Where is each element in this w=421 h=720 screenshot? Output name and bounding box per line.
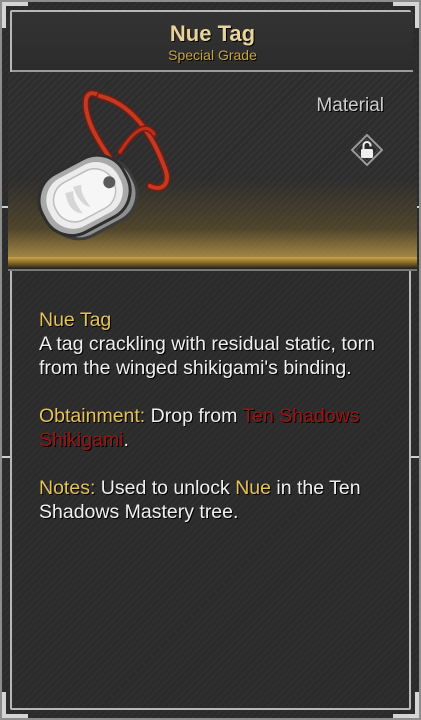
- obtainment-end: .: [123, 429, 129, 451]
- frame-corner-bottom-left: [2, 692, 28, 718]
- notes-line: Notes: Used to unlock Nue in the Ten Sha…: [39, 476, 389, 524]
- item-tooltip-card: Nue Tag Special Grade Material Nue Tag A…: [0, 0, 421, 720]
- obtainment-line: Obtainment: Drop from Ten Shadows Shikig…: [39, 404, 389, 452]
- banner-gold-stripe: [8, 257, 417, 269]
- item-title: Nue Tag: [169, 21, 256, 46]
- tooltip-header: Nue Tag Special Grade: [12, 12, 413, 72]
- notes-label: Notes:: [39, 477, 96, 499]
- description-flavor-text: A tag crackling with residual static, to…: [39, 333, 375, 379]
- item-description: Nue Tag A tag crackling with residual st…: [39, 308, 389, 524]
- frame-notch: [411, 456, 419, 458]
- padlock-icon[interactable]: [351, 134, 383, 166]
- description-item-name: Nue Tag: [39, 309, 112, 331]
- notes-text-pre: Used to unlock: [100, 477, 230, 499]
- banner-divider: [8, 269, 417, 271]
- notes-highlight: Nue: [235, 477, 271, 499]
- obtainment-label: Obtainment:: [39, 405, 146, 427]
- obtainment-text: Drop from: [150, 405, 238, 427]
- frame-notch: [2, 456, 10, 458]
- item-image: [37, 89, 171, 241]
- item-grade: Special Grade: [168, 47, 257, 63]
- frame-corner-bottom-right: [393, 692, 419, 718]
- item-type-label: Material: [316, 95, 384, 116]
